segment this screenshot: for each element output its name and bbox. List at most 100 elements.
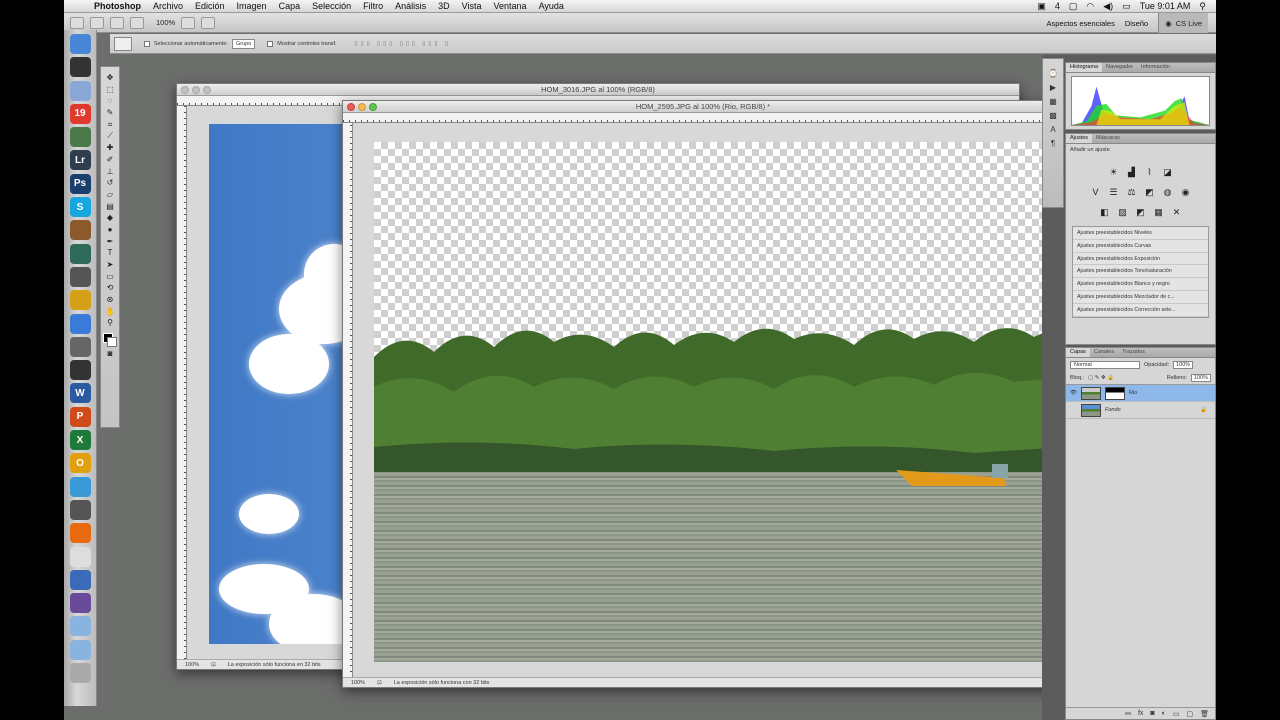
outlook-icon[interactable]: O [69,453,91,474]
tab-info[interactable]: Información [1137,63,1174,72]
finalcut-icon[interactable] [69,360,91,381]
menu-archivo[interactable]: Archivo [147,0,189,13]
status-count[interactable]: 4 [1055,1,1060,11]
brush-tool-icon[interactable]: ✐ [104,155,116,165]
zoom-button[interactable] [369,103,377,111]
skype-icon[interactable]: S [69,197,91,218]
screen-mode-icon[interactable] [201,16,216,29]
adjustment-layer-icon[interactable]: ◐ [1162,710,1166,717]
applications-folder-icon[interactable] [69,616,91,637]
3d-orbit-tool-icon[interactable]: ⊛ [104,295,116,305]
trash-icon[interactable] [69,663,91,684]
close-button[interactable] [347,103,355,111]
document-titlebar[interactable]: HOM_3016.JPG al 100% (RGB/8) [177,84,1019,96]
zoom-level-select[interactable]: 100% [156,18,175,27]
menubar-extra-icon[interactable]: ▣ [1037,1,1046,12]
styles-panel-icon[interactable]: ▩ [1049,111,1057,120]
vertical-ruler[interactable] [343,123,353,678]
imovie-icon[interactable] [69,593,91,614]
iphoto-icon[interactable] [69,127,91,148]
volume-icon[interactable]: ◀) [1103,1,1113,12]
blur-tool-icon[interactable]: ◆ [104,213,116,223]
app-menu[interactable]: Photoshop [88,0,147,13]
finder-icon[interactable] [69,34,91,54]
document-titlebar[interactable]: HOM_2595.JPG al 100% (Rio, RGB/8) * [343,101,1063,113]
3d-rotate-tool-icon[interactable]: ⟲ [104,283,116,293]
preset-item[interactable]: Ajustes preestablecidos Exposición [1073,253,1208,266]
curves-icon[interactable]: ⌇ [1144,166,1156,178]
photo-filter-icon[interactable]: ◍ [1162,186,1174,198]
new-layer-icon[interactable]: ▢ [1186,710,1193,718]
status-info-icon[interactable]: ⊡ [377,680,382,686]
swatches-panel-icon[interactable]: ▦ [1049,97,1057,106]
word-icon[interactable]: W [69,383,91,404]
tab-navigator[interactable]: Navegador [1102,63,1137,72]
time-machine-icon[interactable] [69,243,91,264]
preset-item[interactable]: Ajustes preestablecidos Niveles [1073,227,1208,240]
tab-layers[interactable]: Capas [1066,348,1090,357]
new-group-icon[interactable]: ▭ [1173,710,1180,718]
zoom-tool-icon[interactable]: ⚲ [104,318,116,328]
powerpoint-icon[interactable]: P [69,406,91,427]
preview-icon[interactable] [69,336,91,357]
clone-stamp-tool-icon[interactable]: ⊥ [104,167,116,177]
tab-paths[interactable]: Trazados [1118,348,1149,357]
gradient-map-icon[interactable]: ▦ [1153,206,1165,218]
rio-image-canvas[interactable] [374,142,1064,662]
preset-item[interactable]: Ajustes preestablecidos Blanco y negro [1073,278,1208,291]
photo-booth-icon[interactable] [69,569,91,590]
move-tool-icon[interactable]: ✥ [104,73,116,83]
auto-select-checkbox[interactable] [144,40,150,47]
layer-row-rio[interactable]: 👁 Rio [1066,385,1215,402]
menu-ayuda[interactable]: Ayuda [533,0,570,13]
type-tool-icon[interactable]: T [104,248,116,258]
auto-select-dropdown[interactable]: Grupo [231,38,256,49]
minibridge-icon[interactable] [110,16,124,29]
wifi-icon[interactable]: ◠ [1086,1,1094,12]
excel-icon[interactable]: X [69,430,91,451]
menu-capa[interactable]: Capa [273,0,307,13]
cs-live-button[interactable]: ◉ CS Live [1158,13,1208,33]
menu-edicion[interactable]: Edición [189,0,231,13]
visibility-eye-icon[interactable]: 👁 [1070,390,1077,396]
clock[interactable]: Tue 9:01 AM [1140,1,1191,11]
mail-icon[interactable] [69,80,91,101]
horizontal-ruler[interactable] [343,113,1063,123]
quick-mask-icon[interactable]: ◙ [104,349,116,359]
exposure-icon[interactable]: ◪ [1162,166,1174,178]
lasso-tool-icon[interactable]: ◌ [104,96,116,106]
channel-mixer-icon[interactable]: ◉ [1180,186,1192,198]
color-swatches[interactable] [103,333,117,348]
hand-tool-icon[interactable]: ✋ [104,307,116,317]
invert-icon[interactable]: ◧ [1099,206,1111,218]
display-icon[interactable]: ▢ [1069,1,1078,12]
actions-panel-icon[interactable]: ▶ [1050,83,1056,92]
status-info-icon[interactable]: ⊡ [211,662,216,668]
tab-channels[interactable]: Canales [1090,348,1118,357]
battery-icon[interactable]: ▭ [1122,1,1131,12]
close-button[interactable] [181,86,189,94]
firefox-icon[interactable] [69,523,91,544]
preset-item[interactable]: Ajustes preestablecidos Mezclador de c..… [1073,291,1208,304]
history-panel-icon[interactable]: ⌚ [1048,69,1058,78]
threshold-icon[interactable]: ◩ [1135,206,1147,218]
menu-3d[interactable]: 3D [432,0,456,13]
status-text[interactable]: La exposición sólo funciona en 32 bits [228,662,321,668]
move-tool-preset-icon[interactable] [114,36,132,51]
pen-tool-icon[interactable]: ✒ [104,237,116,247]
align-buttons-icon[interactable]: ▯▯▯ ▯▯▯ ▯▯▯ ▯▯▯ ▯ [355,41,451,47]
path-selection-tool-icon[interactable]: ➤ [104,260,116,270]
documents-folder-icon[interactable] [69,639,91,660]
paragraph-panel-icon[interactable]: ¶ [1051,139,1055,148]
posterize-icon[interactable]: ▨ [1117,206,1129,218]
tab-histogram[interactable]: Histograma [1066,63,1103,72]
layer-row-fondo[interactable]: 👁 Fondo 🔒 [1066,402,1215,419]
textedit-icon[interactable] [69,546,91,567]
hue-saturation-icon[interactable]: ☰ [1108,186,1120,198]
vibrance-icon[interactable]: V [1090,186,1102,198]
messenger-icon[interactable] [69,476,91,497]
view-extras-icon[interactable] [130,16,144,29]
bridge-icon[interactable] [90,16,104,29]
minimize-button[interactable] [358,103,366,111]
minimize-button[interactable] [192,86,200,94]
